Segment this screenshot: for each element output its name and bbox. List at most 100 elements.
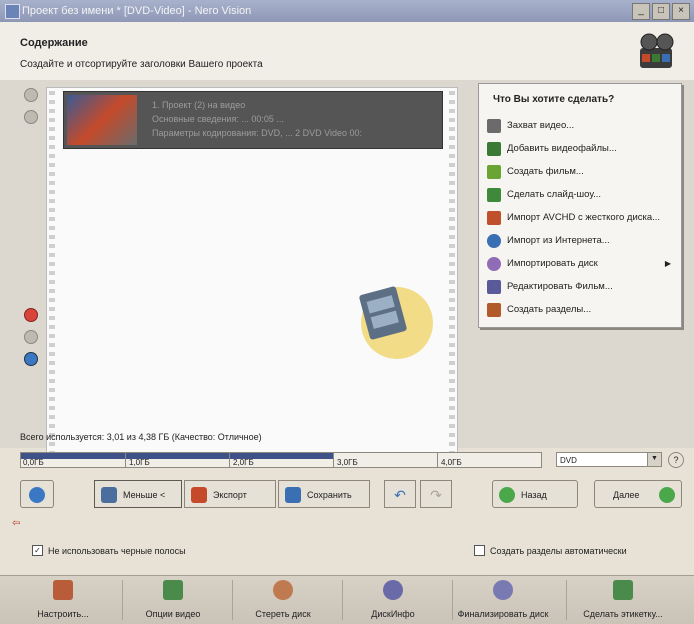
bottom-item-label: Стереть диск: [255, 609, 311, 619]
capacity-tick: 0,0ГБ: [23, 458, 44, 467]
menu-item-create-chapters[interactable]: Создать разделы...: [487, 300, 675, 322]
menu-item-capture-video[interactable]: Захват видео...: [487, 116, 675, 138]
info-icon: [29, 487, 45, 503]
bottom-settings-button[interactable]: Настроить...: [8, 580, 118, 620]
window-titlebar: Проект без имени * [DVD-Video] - Nero Vi…: [0, 0, 694, 22]
properties-icon[interactable]: [24, 330, 38, 344]
capacity-gridline: [229, 453, 230, 467]
add-files-icon: [487, 142, 501, 156]
disc-info-icon: [383, 580, 403, 600]
back-button-label: Назад: [521, 490, 547, 500]
menu-item-slideshow[interactable]: Сделать слайд-шоу...: [487, 185, 675, 207]
close-button[interactable]: ×: [672, 3, 690, 20]
disc-type-value: DVD: [560, 456, 577, 465]
bottom-video-options-button[interactable]: Опции видео: [118, 580, 228, 620]
titles-filmstrip[interactable]: 1. Проект (2) на видео Основные сведения…: [46, 87, 458, 467]
disc-capacity-bar: 0,0ГБ 1,0ГБ 2,0ГБ 3,0ГБ 4,0ГБ: [20, 452, 542, 468]
thumbnail-icon: [101, 487, 117, 503]
delete-icon[interactable]: [24, 308, 38, 322]
disc-icon: [487, 257, 501, 271]
submenu-arrow-icon: ▶: [664, 259, 671, 268]
next-button[interactable]: Далее: [594, 480, 682, 508]
help-icon[interactable]: ?: [668, 452, 684, 468]
save-button[interactable]: Сохранить: [278, 480, 370, 508]
redo-button[interactable]: ↷: [420, 480, 452, 508]
menu-item-label: Импортировать диск: [507, 258, 598, 269]
less-button-label: Меньше <: [123, 490, 166, 500]
export-button[interactable]: Экспорт: [184, 480, 276, 508]
finalize-disc-icon: [493, 580, 513, 600]
title-item[interactable]: 1. Проект (2) на видео Основные сведения…: [63, 91, 443, 149]
window-title: Проект без имени * [DVD-Video] - Nero Vi…: [22, 5, 252, 17]
edit-film-icon: [487, 280, 501, 294]
bottom-item-label: Сделать этикетку...: [583, 609, 663, 619]
auto-chapters-label: Создать разделы автоматически: [490, 545, 627, 556]
menu-item-label: Захват видео...: [507, 120, 575, 131]
maximize-button[interactable]: □: [652, 3, 670, 20]
title-item-encoding: Параметры кодирования: DVD, ... 2 DVD Vi…: [152, 128, 363, 138]
menu-item-label: Создать фильм...: [507, 166, 584, 177]
menu-item-label: Создать разделы...: [507, 304, 592, 315]
arrow-right-icon: [659, 487, 675, 503]
info-button[interactable]: [20, 480, 54, 508]
settings-icon: [53, 580, 73, 600]
disc-type-select[interactable]: DVD ▼: [556, 452, 662, 467]
separator: [566, 580, 567, 620]
menu-item-add-files[interactable]: Добавить видеофайлы...: [487, 139, 675, 161]
bottom-item-label: Опции видео: [145, 609, 201, 619]
globe-icon: [487, 234, 501, 248]
menu-item-edit-movie[interactable]: Редактировать Фильм...: [487, 277, 675, 299]
video-camera-icon: [487, 119, 501, 133]
floppy-disk-icon: [285, 487, 301, 503]
action-menu: Что Вы хотите сделать? Захват видео... Д…: [478, 83, 682, 328]
film-camera-logo-icon: [640, 33, 674, 68]
film-reel-icon: [359, 286, 433, 359]
no-black-borders-option[interactable]: ✓ Не использовать черные полосы: [32, 545, 186, 556]
redo-icon: ↷: [430, 487, 442, 503]
window-controls: _ □ ×: [632, 3, 690, 20]
export-icon: [191, 487, 207, 503]
capacity-gridline: [437, 453, 438, 467]
auto-chapters-option[interactable]: Создать разделы автоматически: [474, 545, 627, 556]
page-subtitle: Создайте и отсортируйте заголовки Вашего…: [20, 59, 263, 70]
save-button-label: Сохранить: [307, 490, 352, 500]
film-icon: [487, 165, 501, 179]
chapters-icon: [487, 303, 501, 317]
capacity-tick: 1,0ГБ: [129, 458, 150, 467]
minimize-button[interactable]: _: [632, 3, 650, 20]
label-icon: [613, 580, 633, 600]
auto-chapters-checkbox[interactable]: [474, 545, 485, 556]
menu-item-import-internet[interactable]: Импорт из Интернета...: [487, 231, 675, 253]
capacity-fill: [21, 453, 333, 459]
bottom-erase-disc-button[interactable]: Стереть диск: [228, 580, 338, 620]
next-button-label: Далее: [613, 490, 640, 500]
bottom-finalize-disc-button[interactable]: Финализировать диск: [448, 580, 558, 620]
disc-usage-text: Всего используется: 3,01 из 4,38 ГБ (Кач…: [20, 432, 262, 442]
pin-icon[interactable]: ⇦: [12, 518, 20, 529]
menu-item-create-movie[interactable]: Создать фильм...: [487, 162, 675, 184]
menu-item-label: Добавить видеофайлы...: [507, 143, 617, 154]
less-button[interactable]: Меньше <: [94, 480, 182, 508]
menu-item-import-avchd[interactable]: Импорт AVCHD с жесткого диска...: [487, 208, 675, 230]
capacity-gridline: [125, 453, 126, 467]
arrow-left-icon: [499, 487, 515, 503]
avchd-icon: [487, 211, 501, 225]
title-item-name: 1. Проект (2) на видео: [152, 100, 246, 110]
capacity-tick: 4,0ГБ: [441, 458, 462, 467]
title-item-details: Основные сведения: ... 00:05 ...: [152, 114, 284, 124]
title-thumbnail: [67, 95, 137, 145]
menu-item-label: Сделать слайд-шоу...: [507, 189, 602, 200]
bottom-make-label-button[interactable]: Сделать этикетку...: [568, 580, 678, 620]
no-black-borders-checkbox[interactable]: ✓: [32, 545, 43, 556]
move-down-icon[interactable]: [24, 110, 38, 124]
undo-button[interactable]: ↶: [384, 480, 416, 508]
chevron-down-icon[interactable]: ▼: [647, 453, 661, 466]
back-button[interactable]: Назад: [492, 480, 578, 508]
bottom-disc-info-button[interactable]: ДискИнфо: [338, 580, 448, 620]
slideshow-icon: [487, 188, 501, 202]
capacity-tick: 2,0ГБ: [233, 458, 254, 467]
info-icon[interactable]: [24, 352, 38, 366]
menu-item-import-disc[interactable]: Импортировать диск ▶: [487, 254, 675, 276]
move-up-icon[interactable]: [24, 88, 38, 102]
film-perforations-right: [447, 88, 457, 466]
